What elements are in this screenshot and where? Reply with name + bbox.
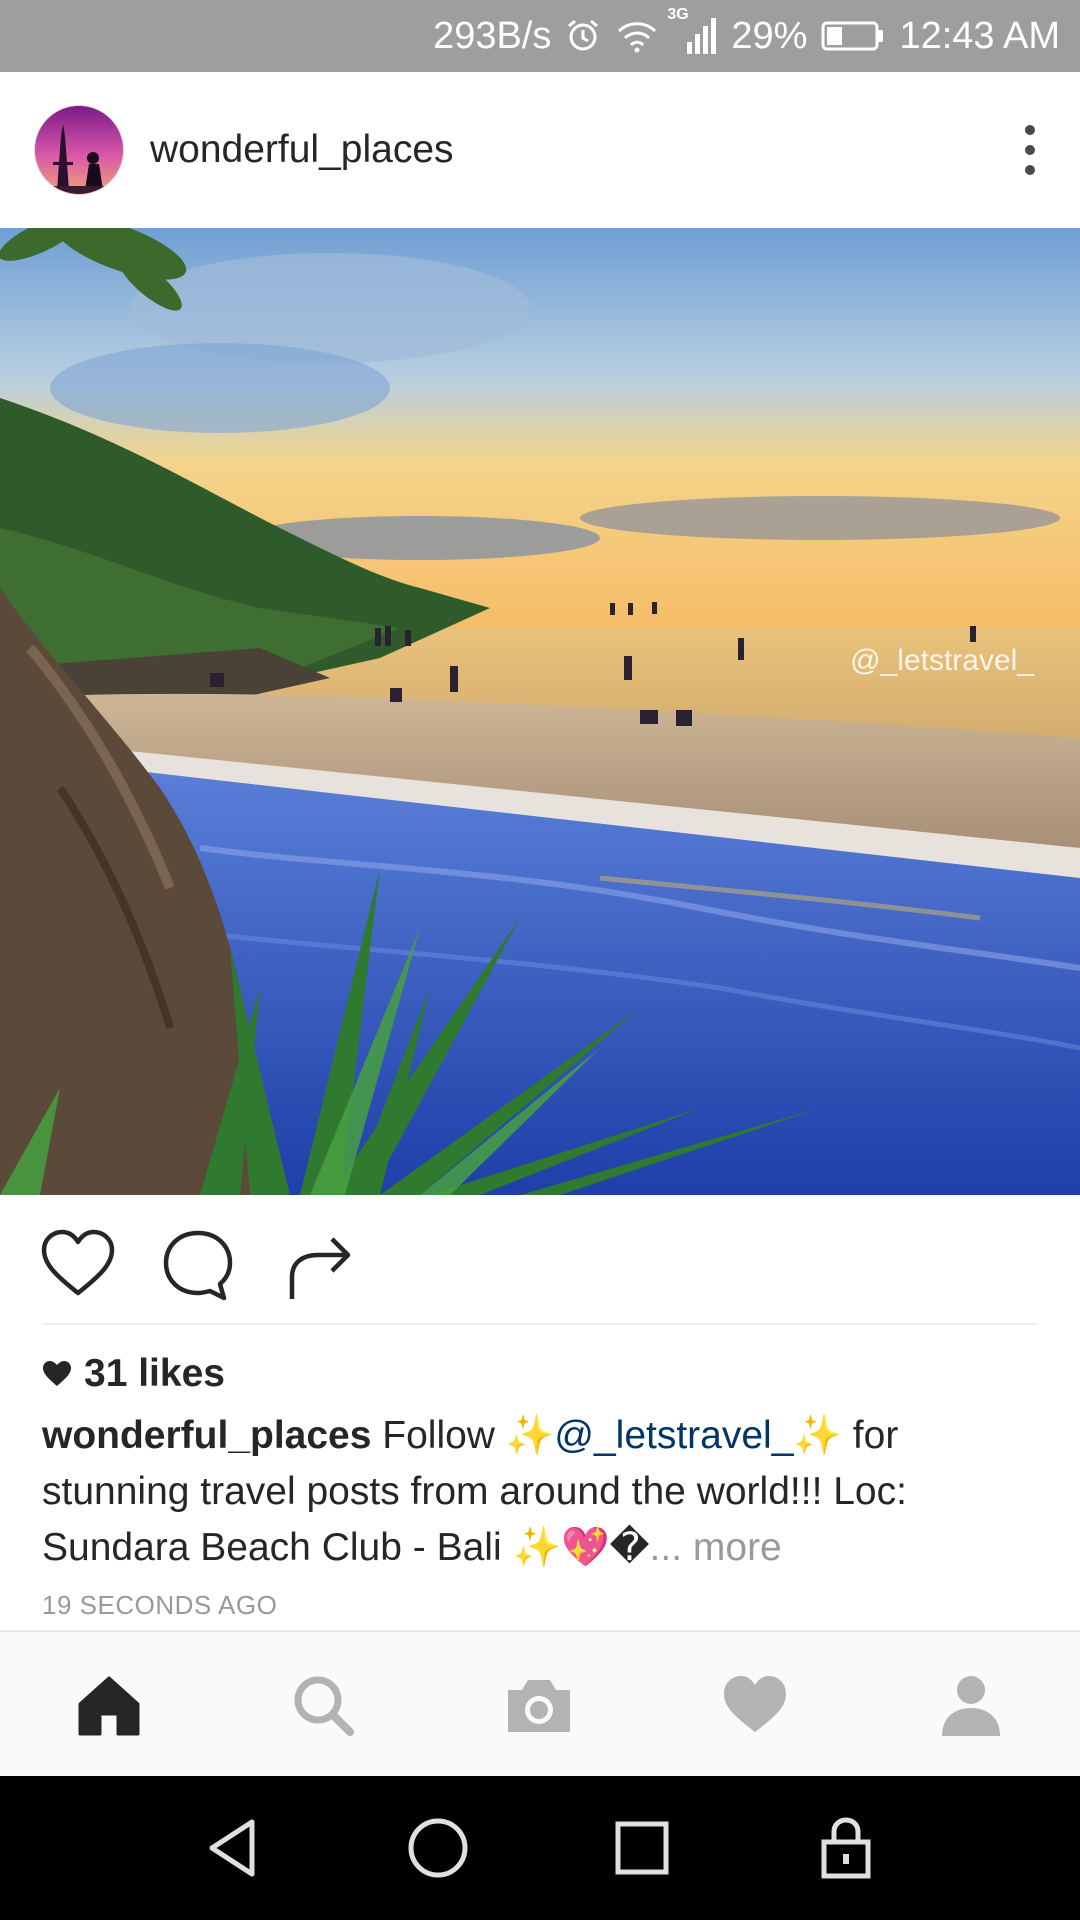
nav-camera[interactable] — [504, 1670, 574, 1740]
like-button[interactable] — [38, 1225, 118, 1305]
caption-text: Follow — [371, 1414, 506, 1457]
system-back-button[interactable] — [198, 1812, 270, 1884]
dot-icon — [1025, 145, 1035, 155]
post-photo[interactable]: @_letstravel_ — [0, 228, 1080, 1195]
post-username[interactable]: wonderful_places — [150, 128, 454, 172]
net-speed: 293B/s — [433, 14, 552, 57]
network-type-label: 3G — [667, 6, 689, 23]
nav-home[interactable] — [74, 1670, 144, 1740]
share-icon — [289, 1237, 351, 1299]
caption-mention[interactable]: @_letstravel_ — [554, 1414, 793, 1457]
signal-icon: 3G — [667, 6, 717, 56]
heart-filled-icon — [43, 1361, 71, 1386]
avatar-image — [35, 106, 123, 194]
camera-icon — [508, 1680, 570, 1732]
system-home-button[interactable] — [402, 1812, 474, 1884]
nav-activity[interactable] — [720, 1670, 790, 1740]
home-circle-icon — [408, 1818, 468, 1878]
system-nav-bar — [0, 1776, 1080, 1920]
dot-icon — [1025, 165, 1035, 175]
comment-button[interactable] — [158, 1225, 238, 1305]
post-actions — [0, 1195, 1080, 1325]
post-caption: wonderful_places Follow ✨@_letstravel_✨ … — [42, 1408, 1042, 1576]
home-icon — [78, 1676, 140, 1736]
back-icon — [209, 1819, 255, 1877]
heart-outline-icon — [41, 1229, 115, 1296]
photo-watermark: @_letstravel_ — [850, 644, 1034, 677]
sparkle-emoji: ✨ — [505, 1414, 555, 1457]
system-recents-button[interactable] — [606, 1812, 678, 1884]
sparkle-emoji: ✨ — [793, 1414, 842, 1457]
avatar[interactable] — [34, 105, 124, 195]
battery-percent: 29% — [731, 14, 808, 57]
wifi-icon — [615, 19, 659, 53]
system-lock-button[interactable] — [810, 1812, 882, 1884]
nav-profile[interactable] — [936, 1670, 1006, 1740]
status-bar: 293B/s 3G 29% 12:43 AM — [0, 0, 1080, 72]
likes-count[interactable]: 31 likes — [42, 1352, 225, 1396]
beach-sunset-image — [0, 228, 1080, 1195]
bottom-nav — [0, 1630, 1080, 1776]
post-header: wonderful_places — [0, 72, 1080, 228]
post-timestamp: 19 SECONDS AGO — [42, 1590, 278, 1620]
heart-icon — [724, 1676, 786, 1732]
caption-emoji: ✨💖� — [512, 1526, 650, 1569]
share-button[interactable] — [280, 1225, 360, 1305]
recents-icon — [615, 1821, 669, 1875]
comment-icon — [163, 1230, 233, 1301]
battery-icon — [821, 19, 885, 53]
likes-label: 31 likes — [84, 1352, 225, 1395]
alarm-icon — [565, 18, 601, 54]
search-icon — [294, 1676, 354, 1736]
profile-icon — [942, 1676, 1000, 1736]
caption-username[interactable]: wonderful_places — [42, 1414, 371, 1457]
lock-icon — [821, 1817, 871, 1879]
dot-icon — [1025, 125, 1035, 135]
caption-more-link[interactable]: ... more — [650, 1526, 782, 1569]
divider — [42, 1323, 1038, 1325]
nav-search[interactable] — [288, 1670, 358, 1740]
clock: 12:43 AM — [899, 14, 1060, 57]
more-options-button[interactable] — [1010, 120, 1050, 180]
